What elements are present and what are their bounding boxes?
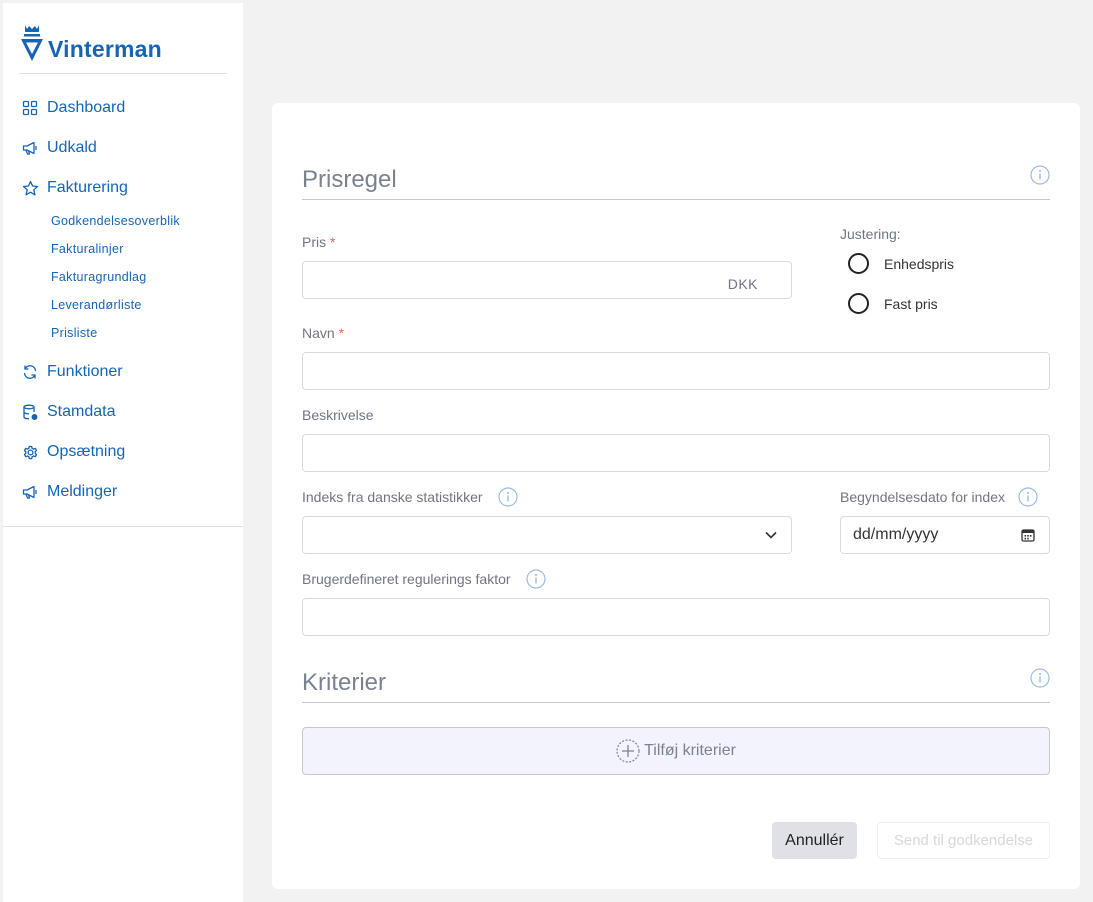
megaphone-icon — [21, 483, 39, 501]
pris-label-text: Pris — [302, 234, 327, 250]
sidebar-item-meldinger[interactable]: Meldinger — [21, 481, 117, 503]
chevron-down-icon — [765, 531, 777, 539]
sidebar-subitem-leverandorliste[interactable]: Leverandørliste — [51, 298, 142, 312]
gear-icon — [21, 443, 39, 461]
calendar-icon[interactable] — [1021, 528, 1035, 542]
send-for-approval-button[interactable]: Send til godkendelse — [877, 822, 1050, 859]
divider — [3, 526, 243, 527]
sidebar: Vinterman Dashboard Udkald Fakturering G… — [3, 3, 243, 902]
indeks-select[interactable] — [302, 516, 792, 554]
megaphone-icon — [21, 139, 39, 157]
add-criteria-label: Tilføj kriterier — [644, 742, 736, 759]
star-icon — [21, 179, 39, 197]
sidebar-subitem-prisliste[interactable]: Prisliste — [51, 326, 97, 340]
sidebar-item-label: Meldinger — [47, 483, 118, 500]
refresh-icon — [21, 363, 39, 381]
brand-name: Vinterman — [48, 36, 162, 62]
beskrivelse-label: Beskrivelse — [302, 407, 374, 423]
justering-label: Justering: — [840, 226, 901, 242]
sidebar-subitem-fakturagrundlag[interactable]: Fakturagrundlag — [51, 270, 147, 284]
sidebar-item-label: Fakturering — [47, 179, 128, 196]
sidebar-subitem-godkendelsesoverblik[interactable]: Godkendelsesoverblik — [51, 214, 180, 228]
navn-input[interactable] — [302, 352, 1050, 390]
divider — [19, 73, 227, 74]
faktor-label: Brugerdefineret regulerings faktor — [302, 571, 511, 587]
price-rule-form: Prisregel Pris * DKK Justering: Enhedspr… — [272, 103, 1080, 889]
brand[interactable]: Vinterman — [20, 19, 162, 63]
navn-label: Navn * — [302, 325, 344, 341]
add-criteria-button[interactable]: Tilføj kriterier — [302, 727, 1050, 775]
begyndelsesdato-input[interactable]: dd/mm/yyyy — [840, 516, 1050, 554]
section-divider — [302, 702, 1050, 703]
pris-label: Pris * — [302, 234, 335, 250]
section-divider — [302, 199, 1050, 200]
sidebar-item-funktioner[interactable]: Funktioner — [21, 361, 123, 383]
plus-circle-icon — [616, 739, 640, 763]
begyndelsesdato-label: Begyndelsesdato for index — [840, 489, 1005, 505]
database-icon — [21, 403, 39, 421]
vinterman-logo-icon — [21, 25, 43, 61]
sidebar-item-opsaetning[interactable]: Opsætning — [21, 441, 125, 463]
sidebar-item-udkald[interactable]: Udkald — [21, 137, 97, 159]
indeks-label: Indeks fra danske statistikker — [302, 489, 483, 505]
section-title-kriterier: Kriterier — [302, 669, 387, 696]
navn-label-text: Navn — [302, 325, 335, 341]
info-icon[interactable] — [1030, 165, 1050, 185]
radio-fast-pris[interactable]: Fast pris — [848, 293, 938, 314]
section-title-prisregel: Prisregel — [302, 166, 397, 193]
pris-input[interactable]: DKK — [302, 261, 792, 299]
sidebar-subitem-fakturalinjer[interactable]: Fakturalinjer — [51, 242, 124, 256]
sidebar-item-label: Stamdata — [47, 403, 116, 420]
required-mark: * — [338, 325, 345, 341]
sidebar-item-stamdata[interactable]: Stamdata — [21, 401, 115, 423]
info-icon[interactable] — [1018, 487, 1038, 507]
radio-button[interactable] — [848, 293, 869, 314]
sidebar-item-fakturering[interactable]: Fakturering — [21, 177, 128, 199]
beskrivelse-input[interactable] — [302, 434, 1050, 472]
cancel-button[interactable]: Annullér — [772, 822, 857, 859]
sidebar-item-label: Opsætning — [47, 443, 126, 460]
radio-enhedspris[interactable]: Enhedspris — [848, 253, 954, 274]
sidebar-item-label: Dashboard — [47, 99, 126, 116]
info-icon[interactable] — [1030, 668, 1050, 688]
radio-label: Fast pris — [884, 295, 938, 312]
sidebar-item-dashboard[interactable]: Dashboard — [21, 97, 125, 119]
radio-button[interactable] — [848, 253, 869, 274]
sidebar-item-label: Funktioner — [47, 363, 123, 380]
info-icon[interactable] — [498, 487, 518, 507]
date-placeholder: dd/mm/yyyy — [853, 526, 939, 543]
required-mark: * — [330, 234, 336, 250]
radio-label: Enhedspris — [884, 255, 955, 272]
grid-icon — [21, 99, 39, 117]
sidebar-item-label: Udkald — [47, 139, 97, 156]
faktor-input[interactable] — [302, 598, 1050, 636]
currency-suffix: DKK — [727, 276, 758, 292]
info-icon[interactable] — [526, 569, 546, 589]
